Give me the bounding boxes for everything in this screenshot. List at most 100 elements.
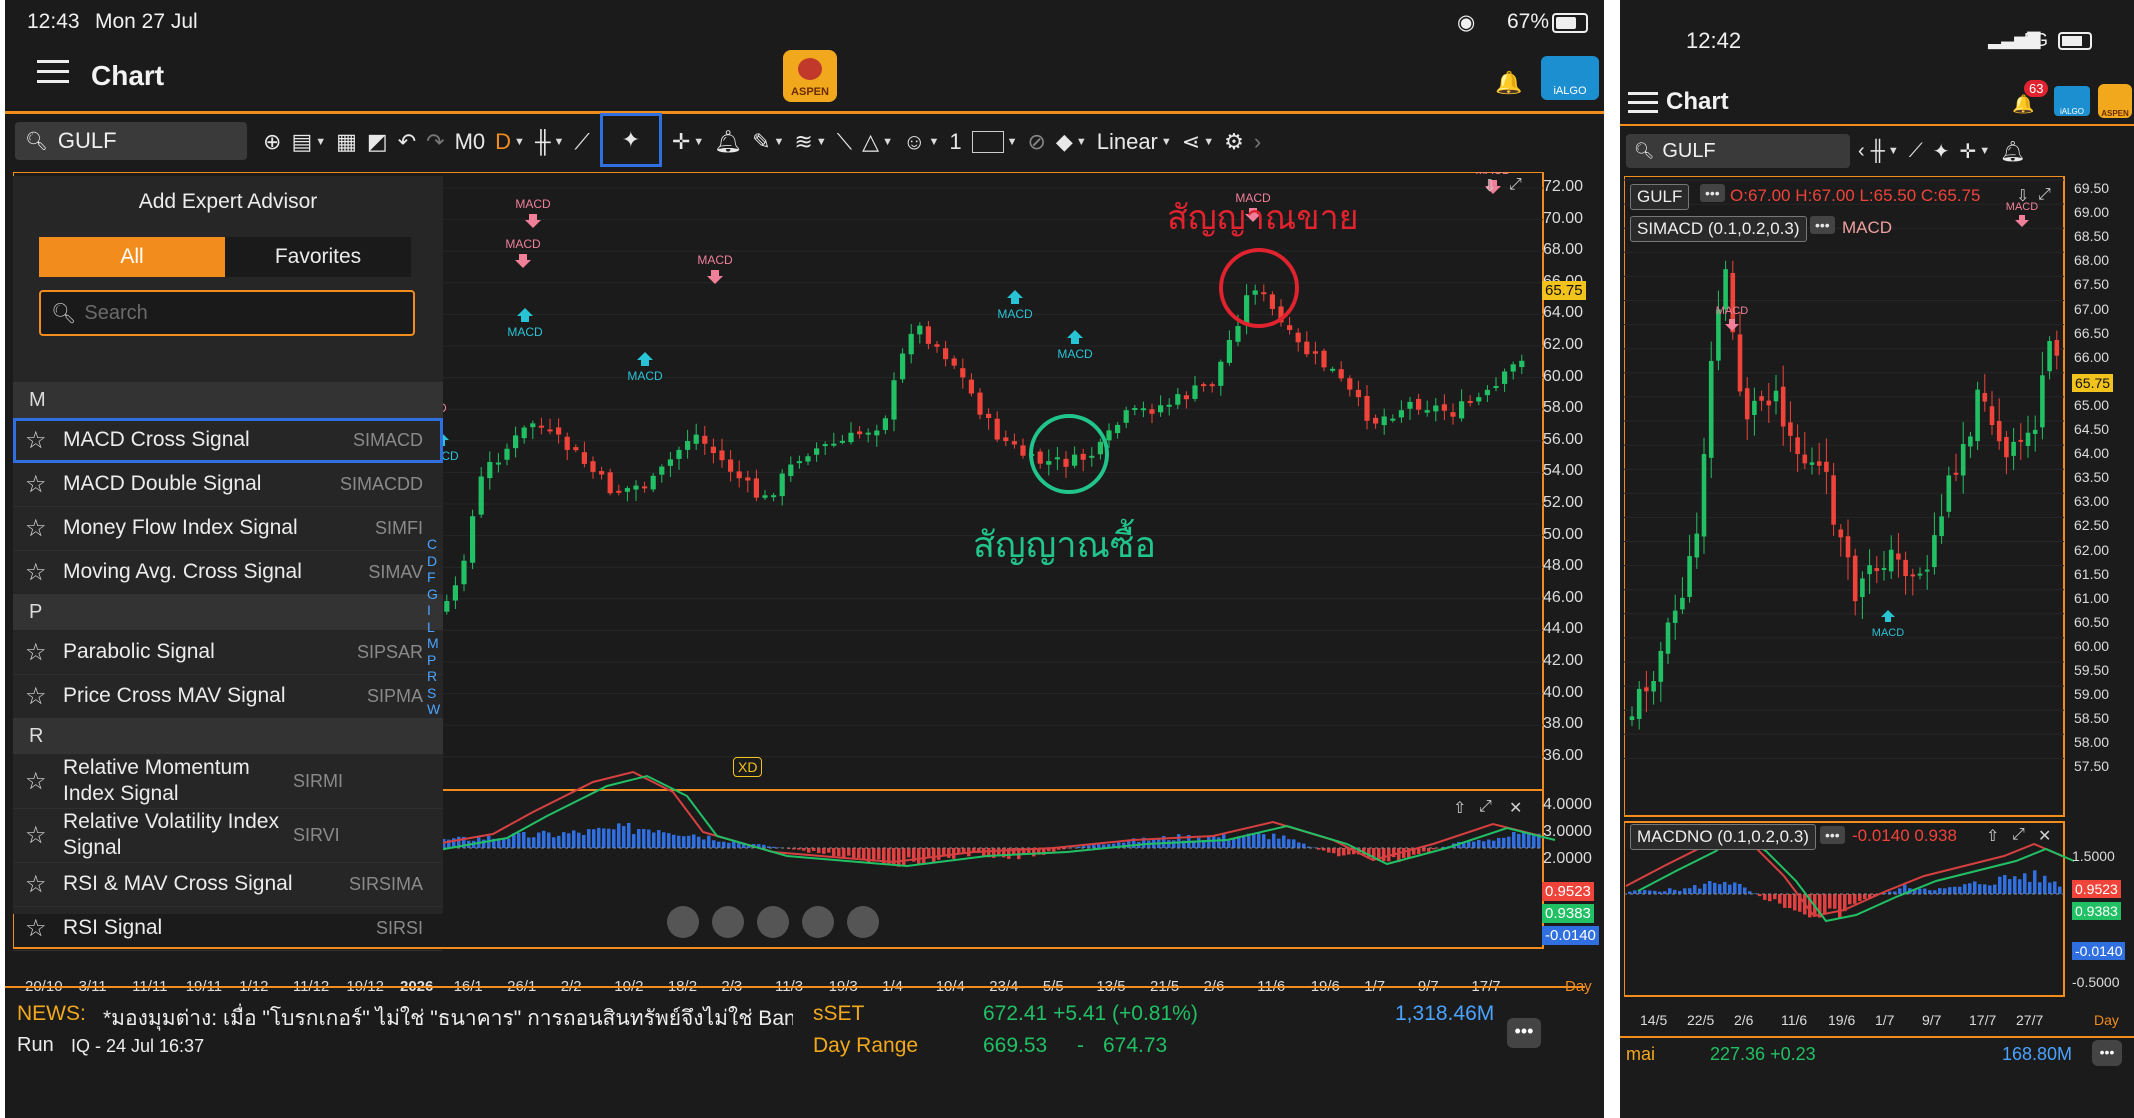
- collapse-icon[interactable]: ⇩: [1483, 176, 1496, 196]
- candle-body: [676, 449, 682, 459]
- phone-crosshair-icon[interactable]: ✛ ▼: [1960, 139, 1991, 164]
- alpha-index-letter[interactable]: D: [427, 553, 437, 569]
- phone-expert-icon[interactable]: ✦: [1933, 139, 1950, 164]
- expert-item[interactable]: ☆ MACD Cross Signal SIMACD: [13, 418, 443, 463]
- candle-body: [977, 392, 983, 415]
- interval-d-button[interactable]: D ▼: [495, 129, 525, 155]
- redo-icon[interactable]: ↷: [426, 129, 444, 155]
- expert-item[interactable]: ☆ Money Flow Index Signal SIMFI: [13, 506, 443, 551]
- legend-symbol-chip[interactable]: GULF: [1630, 184, 1690, 210]
- favorite-star-icon[interactable]: ☆: [25, 682, 51, 711]
- alpha-index-letter[interactable]: W: [427, 701, 440, 717]
- crosshair-icon[interactable]: ✛ ▼: [672, 129, 704, 155]
- move-up-icon[interactable]: ⇧: [1453, 798, 1466, 818]
- candle-body: [736, 471, 742, 479]
- phone-macd-maximize-icon[interactable]: ⤢: [2012, 826, 2025, 844]
- tag-icon[interactable]: ◆ ▼: [1056, 129, 1087, 155]
- alpha-index-letter[interactable]: L: [427, 619, 435, 635]
- favorite-star-icon[interactable]: ☆: [25, 821, 51, 850]
- macd-maximize-icon[interactable]: ⤢: [1479, 798, 1492, 816]
- color-box-icon[interactable]: ▼: [971, 131, 1017, 153]
- phone-price-chart[interactable]: MACD MACD MACD: [1624, 176, 2134, 1036]
- favorite-star-icon[interactable]: ☆: [25, 514, 51, 543]
- favorite-star-icon[interactable]: ☆: [25, 638, 51, 667]
- hamburger-menu-icon[interactable]: [37, 60, 69, 84]
- macd-close-icon[interactable]: ✕: [1509, 798, 1522, 818]
- tab-favorites[interactable]: Favorites: [225, 237, 411, 277]
- expert-item[interactable]: ☆ Moving Avg. Cross Signal SIMAV: [13, 550, 443, 595]
- favorite-star-icon[interactable]: ☆: [25, 914, 51, 943]
- chart-image-icon[interactable]: ◩: [367, 129, 388, 155]
- pen-icon[interactable]: ✎ ▼: [752, 129, 784, 155]
- alpha-index-letter[interactable]: R: [427, 668, 437, 684]
- favorite-star-icon[interactable]: ☆: [25, 767, 51, 796]
- shapes-icon[interactable]: △ ▼: [862, 129, 893, 155]
- add-icon[interactable]: ⊕: [263, 129, 281, 155]
- ruler-icon[interactable]: ⟍: [837, 129, 852, 155]
- phone-collapse-icon[interactable]: ⇩: [2016, 186, 2029, 206]
- phone-more-icon[interactable]: •••: [2092, 1040, 2122, 1066]
- phone-macd-up-icon[interactable]: ⇧: [1986, 826, 1999, 846]
- favorite-star-icon[interactable]: ☆: [25, 558, 51, 587]
- phone-macd-close-icon[interactable]: ✕: [2038, 826, 2051, 846]
- link-icon[interactable]: ⊘: [1027, 129, 1045, 155]
- expert-item[interactable]: ☆ RSI Signal SIRSI: [13, 906, 443, 951]
- phone-symbol-search[interactable]: 🔍︎ GULF: [1626, 134, 1850, 168]
- alpha-index-letter[interactable]: P: [427, 652, 436, 668]
- macd-legend-chip[interactable]: MACDNO (0.1,0.2,0.3): [1630, 824, 1816, 850]
- indicator-icon[interactable]: ⟋: [574, 129, 589, 155]
- favorite-star-icon[interactable]: ☆: [25, 426, 51, 455]
- favorite-star-icon[interactable]: ☆: [25, 470, 51, 499]
- ialgo-logo[interactable]: iALGO: [1541, 56, 1599, 100]
- alpha-index-letter[interactable]: G: [427, 586, 438, 602]
- alpha-index-letter[interactable]: F: [427, 569, 436, 585]
- phone-ialgo-logo[interactable]: iALGO: [2054, 86, 2090, 116]
- macd-more-icon[interactable]: •••: [1820, 826, 1845, 844]
- drawing-style-icon[interactable]: ≋ ▼: [794, 129, 826, 155]
- chevron-right-icon[interactable]: ›: [1254, 129, 1261, 155]
- expert-item[interactable]: ☆ Relative Volatility Index Signal SIRVI: [13, 808, 443, 863]
- maximize-icon[interactable]: ⤢: [1509, 176, 1522, 194]
- candlestick-type-icon[interactable]: ╫ ▼: [535, 129, 564, 155]
- indicator-chip[interactable]: SIMACD (0.1,0.2,0.3): [1630, 216, 1807, 242]
- phone-maximize-icon[interactable]: ⤢: [2038, 186, 2051, 204]
- alpha-index-letter[interactable]: I: [427, 602, 431, 618]
- legend-more-icon[interactable]: •••: [1700, 184, 1725, 202]
- folder-icon[interactable]: ▦: [336, 129, 357, 155]
- document-icon[interactable]: ▤ ▼: [291, 129, 326, 155]
- macd-bar: [707, 835, 711, 848]
- share-icon[interactable]: ⋖ ▼: [1182, 129, 1214, 155]
- alpha-index-letter[interactable]: M: [427, 635, 439, 651]
- chevron-left-icon[interactable]: ‹: [1858, 140, 1865, 163]
- phone-bell-icon[interactable]: 🔔: [2012, 94, 2034, 115]
- more-icon[interactable]: •••: [1507, 1018, 1541, 1048]
- symbol-search[interactable]: 🔍︎ GULF: [15, 122, 247, 160]
- xd-badge[interactable]: XD: [733, 757, 763, 777]
- expert-item[interactable]: ☆ Relative Momentum Index Signal SIRMI: [13, 754, 443, 809]
- phone-candle-type-icon[interactable]: ╫ ▼: [1871, 140, 1899, 163]
- phone-indicator-icon[interactable]: ⟋: [1909, 140, 1923, 163]
- scale-mode-dropdown[interactable]: Linear ▼: [1097, 129, 1172, 155]
- zoom-value[interactable]: 1: [949, 129, 961, 155]
- interval-m0-button[interactable]: M0: [455, 129, 486, 155]
- emoji-icon[interactable]: ☺ ▼: [903, 129, 939, 155]
- alpha-index-letter[interactable]: C: [427, 536, 437, 552]
- undo-icon[interactable]: ↶: [398, 129, 416, 155]
- indicator-more-icon[interactable]: •••: [1810, 216, 1835, 234]
- phone-hamburger-icon[interactable]: [1628, 92, 1658, 114]
- alpha-index-letter[interactable]: S: [427, 685, 436, 701]
- expert-item[interactable]: ☆ RSI & MAV Cross Signal SIRSIMA: [13, 862, 443, 907]
- settings-gear-icon[interactable]: ⚙: [1224, 129, 1244, 155]
- expert-search-input[interactable]: 🔍︎ Search: [39, 290, 415, 336]
- favorite-star-icon[interactable]: ☆: [25, 870, 51, 899]
- tab-all[interactable]: All: [39, 237, 225, 277]
- expert-item[interactable]: ☆ Price Cross MAV Signal SIPMA: [13, 674, 443, 719]
- alert-icon[interactable]: 🔔︎: [714, 129, 742, 155]
- expert-advisor-icon[interactable]: ✦: [599, 113, 662, 167]
- news-headline[interactable]: *มองมุมต่าง: เมื่อ "โบรกเกอร์" ไม่ใช่ "ธ…: [103, 1002, 793, 1035]
- expert-item[interactable]: ☆ MACD Double Signal SIMACDD: [13, 462, 443, 507]
- phone-alert-icon[interactable]: 🔔︎: [2000, 139, 2025, 164]
- candle-body: [1089, 455, 1095, 458]
- bell-icon[interactable]: 🔔: [1495, 70, 1522, 96]
- expert-item[interactable]: ☆ Parabolic Signal SIPSAR: [13, 630, 443, 675]
